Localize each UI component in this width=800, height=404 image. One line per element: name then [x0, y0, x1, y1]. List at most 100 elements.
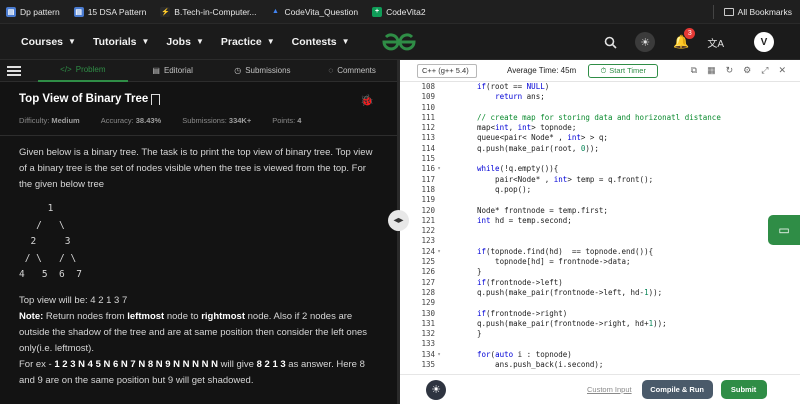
code-text: return ans;	[495, 92, 545, 102]
avatar[interactable]: V	[754, 32, 774, 52]
notification-bell-icon[interactable]: 🔔 3	[673, 28, 696, 50]
translate-icon[interactable]: 文A	[707, 35, 724, 50]
code-line[interactable]: 122	[400, 226, 800, 236]
code-line[interactable]: 134 ▾ for(auto i : topnode)	[400, 350, 800, 360]
code-editor[interactable]: 108 if(root == NULL) 109 return ans; 110 111…	[400, 82, 800, 374]
code-line[interactable]: 118 q.pop();	[400, 185, 800, 195]
bookmark-icon[interactable]	[151, 93, 161, 105]
search-icon[interactable]	[604, 36, 617, 49]
code-text: int hd = temp.second;	[477, 215, 572, 225]
code-line[interactable]: 132}	[400, 329, 800, 339]
code-line[interactable]: 120 Node* frontnode = temp.first;	[400, 206, 800, 216]
code-line[interactable]: 108 if(root == NULL)	[400, 82, 800, 92]
fold-arrow-icon	[435, 154, 443, 164]
notification-badge: 3	[684, 28, 696, 39]
code-line[interactable]: 113 queue<pair< Node* , int> > q;	[400, 133, 800, 143]
code-line[interactable]: 129	[400, 298, 800, 308]
chat-icon[interactable]: ▭	[768, 215, 800, 245]
nav-courses[interactable]: Courses ▼	[21, 36, 76, 48]
compile-run-button[interactable]: Compile & Run	[641, 380, 713, 399]
code-line[interactable]: 128 q.push(make_pair(frontnode->left, hd-…	[400, 288, 800, 298]
line-number: 110	[421, 102, 435, 112]
code-line[interactable]: 123	[400, 236, 800, 246]
document-icon: ▤	[152, 66, 160, 75]
nav-practice[interactable]: Practice ▼	[221, 36, 275, 48]
reset-icon[interactable]: ↻	[726, 65, 734, 76]
close-icon[interactable]: ✕	[778, 65, 786, 76]
fold-arrow-icon	[435, 82, 443, 92]
code-line[interactable]: 130 if(frontnode->right)	[400, 309, 800, 319]
code-line[interactable]: 114 q.push(make_pair(root, 0));	[400, 144, 800, 154]
code-line[interactable]: 112 map<int, int> topnode;	[400, 123, 800, 133]
menu-icon[interactable]	[7, 65, 21, 76]
fold-arrow-icon	[435, 216, 443, 226]
code-line[interactable]: 110	[400, 103, 800, 113]
code-line[interactable]: 135 ans.push_back(i.second);	[400, 360, 800, 370]
language-select[interactable]: C++ (g++ 5.4)	[417, 63, 477, 78]
tab-problem[interactable]: </> Problem	[37, 60, 128, 82]
fold-arrow-icon[interactable]: ▾	[435, 350, 443, 360]
tab-comments[interactable]: ◌ Comments	[307, 60, 397, 82]
submit-button[interactable]: Submit	[720, 380, 767, 399]
bug-report-icon[interactable]: 🐞	[360, 94, 374, 107]
fold-arrow-icon[interactable]: ▾	[435, 164, 443, 174]
chevron-down-icon: ▼	[141, 37, 150, 46]
code-line[interactable]: 124 ▾ if(topnode.find(hd) == topnode.end()…	[400, 247, 800, 257]
tab-submissions[interactable]: ◷ Submissions	[218, 60, 308, 82]
fold-arrow-icon	[435, 319, 443, 329]
fold-arrow-icon	[435, 309, 443, 319]
bookmark-15-dsa-pattern[interactable]: ▤ 15 DSA Pattern	[73, 6, 147, 17]
start-timer-button[interactable]: ⏱ Start Timer	[588, 63, 659, 78]
code-line[interactable]: 125 topnode[hd] = frontnode->data;	[400, 257, 800, 267]
code-line[interactable]: 126}	[400, 267, 800, 277]
problem-title: Top View of Binary Tree	[19, 93, 149, 105]
code-line[interactable]: 127 if(frontnode->left)	[400, 278, 800, 288]
tree-line: / \ / \	[19, 252, 77, 264]
editor-theme-sun-icon[interactable]: ☀	[426, 379, 446, 400]
custom-input-link[interactable]: Custom Input	[587, 385, 632, 394]
code-line[interactable]: 111 // create map for storing data and ho…	[400, 113, 800, 123]
fold-arrow-icon	[435, 113, 443, 123]
code-line[interactable]: 117 pair<Node* , int> temp = q.front();	[400, 175, 800, 185]
nav-practice-label: Practice	[220, 35, 262, 48]
theme-toggle-sun-icon[interactable]: ☀	[635, 32, 656, 52]
editor-toolbar: C++ (g++ 5.4) Average Time: 45m ⏱ Start T…	[400, 60, 800, 82]
line-number: 114	[421, 143, 435, 153]
template-icon[interactable]: ▦	[707, 65, 716, 76]
code-line[interactable]: 131 q.push(make_pair(frontnode->right, hd…	[400, 319, 800, 329]
nav-tutorials[interactable]: Tutorials ▼	[93, 36, 149, 48]
code-line[interactable]: 115	[400, 154, 800, 164]
code-text: if(frontnode->left)	[477, 277, 563, 287]
example-text: will give	[218, 358, 257, 370]
tree-line: 2 3	[19, 236, 71, 247]
fold-arrow-icon	[435, 185, 443, 195]
settings-icon[interactable]: ⚙	[743, 65, 751, 76]
fold-arrow-icon	[435, 175, 443, 185]
tab-editorial[interactable]: ▤ Editorial	[128, 60, 218, 82]
gfg-logo[interactable]	[379, 30, 419, 54]
all-bookmarks[interactable]: All Bookmarks	[723, 7, 792, 17]
line-number: 111	[421, 112, 435, 122]
line-number: 123	[421, 236, 435, 246]
bookmark-dp-pattern[interactable]: ▤ Dp pattern	[6, 6, 60, 17]
code-text: q.push(make_pair(frontnode->left, hd-1))…	[477, 287, 663, 297]
nav-jobs[interactable]: Jobs ▼	[166, 36, 203, 48]
code-line[interactable]: 133	[400, 339, 800, 349]
code-line[interactable]: 121 int hd = temp.second;	[400, 216, 800, 226]
fold-arrow-icon[interactable]: ▾	[435, 247, 443, 257]
code-line[interactable]: 119	[400, 195, 800, 205]
code-line[interactable]: 109 return ans;	[400, 92, 800, 102]
bookmark-btech[interactable]: ⚡ B.Tech-in-Computer...	[160, 6, 257, 17]
difficulty-label: Difficulty:	[19, 116, 50, 125]
bookmark-codevita-question[interactable]: ▲ CodeVita_Question	[271, 7, 358, 17]
nav-contests[interactable]: Contests ▼	[292, 36, 350, 48]
copy-icon[interactable]: ⧉	[691, 65, 697, 76]
code-line[interactable]: 116 ▾ while(!q.empty()){	[400, 164, 800, 174]
fullscreen-icon[interactable]: ⤢	[761, 65, 768, 76]
comment-icon: ◌	[328, 66, 334, 75]
bookmark-codevita2[interactable]: + CodeVita2	[372, 6, 426, 17]
bookmark-icon: ▤	[73, 6, 84, 17]
bookmark-label: 15 DSA Pattern	[87, 6, 147, 17]
resize-handle-icon[interactable]: ◂▸	[388, 210, 409, 231]
